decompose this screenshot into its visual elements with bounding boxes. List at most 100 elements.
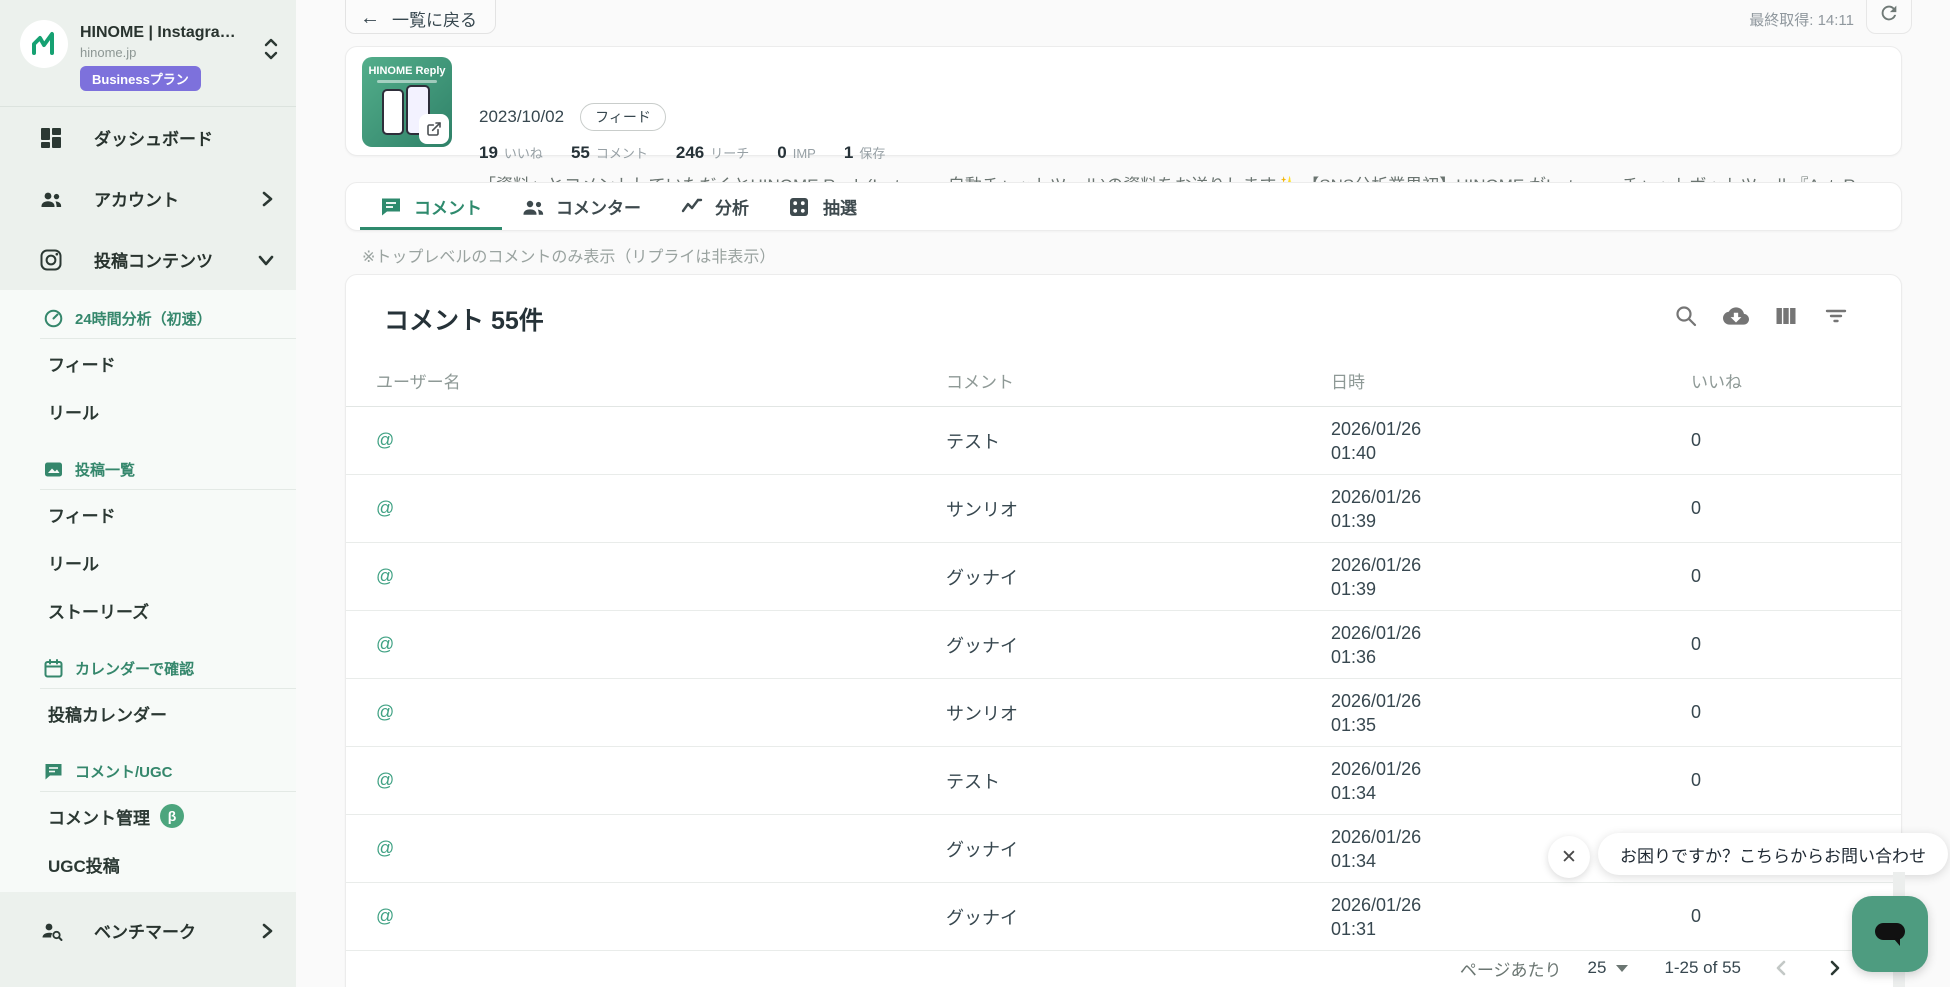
section-label: カレンダーで確認 <box>75 660 195 678</box>
chat-launcher-button[interactable] <box>1852 896 1928 972</box>
user-link[interactable]: @ <box>346 634 946 655</box>
person-search-icon <box>40 920 64 942</box>
dashboard-icon <box>40 127 64 149</box>
workspace-title: HINOME | Instagram分析… <box>80 24 248 41</box>
comment-cell: グッナイ <box>946 839 1018 860</box>
section-label: 24時間分析（初速） <box>75 310 212 328</box>
sidebar-item-list-reel[interactable]: リール <box>0 538 296 586</box>
back-to-list-button[interactable]: ← 一覧に戻る <box>345 0 496 34</box>
sidebar-item-dashboard[interactable]: ダッシュボード <box>0 107 296 168</box>
filter-icon[interactable] <box>1823 303 1849 329</box>
post-thumbnail-label: HINOME Reply <box>368 65 446 77</box>
sidebar-item-label: フィード <box>48 506 116 526</box>
refresh-button[interactable] <box>1866 0 1912 34</box>
sidebar-item-24h-reel[interactable]: リール <box>0 387 296 435</box>
plan-badge: Businessプラン <box>80 66 201 91</box>
tab-lottery[interactable]: 抽選 <box>769 183 877 230</box>
photo-icon <box>44 460 63 479</box>
table-header-row: ユーザー名 コメント 日時 いいね <box>346 355 1901 407</box>
likes-cell: 0 <box>1691 702 1702 722</box>
section-label: 投稿一覧 <box>75 461 136 479</box>
column-header-comment[interactable]: コメント <box>946 368 1331 393</box>
likes-cell: 0 <box>1691 770 1702 790</box>
sidebar-item-label: フィード <box>48 355 116 375</box>
calendar-icon <box>44 658 63 678</box>
last-fetched-text: 最終取得: 14:11 <box>1749 12 1854 29</box>
sidebar-section-comment-ugc[interactable]: コメント/UGC <box>0 751 296 791</box>
hinome-logo-icon <box>20 20 68 68</box>
sidebar-item-post-content[interactable]: 投稿コンテンツ <box>0 229 296 290</box>
sidebar-section-calendar[interactable]: カレンダーで確認 <box>0 648 296 688</box>
user-link[interactable]: @ <box>346 430 946 451</box>
previous-page-button[interactable] <box>1767 954 1795 982</box>
view-columns-icon[interactable] <box>1773 303 1799 329</box>
sidebar-item-label: 投稿カレンダー <box>48 705 167 725</box>
sidebar-item-ugc-posts[interactable]: UGC投稿 <box>0 840 296 888</box>
speedometer-icon <box>44 309 63 328</box>
sidebar-item-label: コメント管理 <box>48 808 150 828</box>
comment-cell: サンリオ <box>946 499 1018 520</box>
sidebar-item-label: ダッシュボード <box>94 130 213 149</box>
sidebar-item-list-feed[interactable]: フィード <box>0 490 296 538</box>
datetime-cell: 2026/01/26 01:35 <box>1331 690 1422 735</box>
unfold-more-icon[interactable] <box>262 36 280 62</box>
sidebar-item-list-stories[interactable]: ストーリーズ <box>0 586 296 634</box>
comment-cell: サンリオ <box>946 703 1018 724</box>
user-link[interactable]: @ <box>346 566 946 587</box>
column-header-datetime[interactable]: 日時 <box>1331 368 1691 393</box>
workspace-switcher[interactable]: HINOME | Instagram分析… hinome.jp Business… <box>0 0 296 107</box>
chat-tooltip[interactable]: お困りですか？こちらからお問い合わせ <box>1598 833 1948 875</box>
sidebar-item-post-calendar[interactable]: 投稿カレンダー <box>0 689 296 737</box>
sidebar-submenu: 24時間分析（初速） フィード リール 投稿一覧 フィード リール ストーリーズ <box>0 290 296 892</box>
external-link-icon[interactable] <box>419 114 449 144</box>
post-thumbnail[interactable]: HINOME Reply <box>362 57 452 147</box>
sidebar-item-account[interactable]: アカウント <box>0 168 296 229</box>
sidebar-item-label: ストーリーズ <box>48 602 150 622</box>
stat-value: 1 <box>843 143 854 162</box>
comment-cell: テスト <box>946 431 1000 452</box>
stat-value: 19 <box>479 143 498 162</box>
stat-label: いいね <box>503 146 543 161</box>
user-link[interactable]: @ <box>346 702 946 723</box>
search-icon[interactable] <box>1673 303 1699 329</box>
tab-label: コメント <box>414 199 482 218</box>
sidebar-item-benchmark[interactable]: ベンチマーク <box>0 900 296 961</box>
comment-cell: グッナイ <box>946 907 1018 928</box>
close-icon: ✕ <box>1561 846 1577 868</box>
user-link[interactable]: @ <box>346 770 946 791</box>
tab-analysis[interactable]: 分析 <box>661 183 769 230</box>
refresh-icon <box>1878 2 1900 33</box>
likes-cell: 0 <box>1691 634 1702 654</box>
comment-cell: テスト <box>946 771 1000 792</box>
user-link[interactable]: @ <box>346 906 946 927</box>
per-page-select[interactable]: 25 <box>1588 958 1629 978</box>
sidebar-item-comment-manage[interactable]: コメント管理 β <box>0 792 296 840</box>
datetime-cell: 2026/01/26 01:40 <box>1331 418 1422 463</box>
stat-label: 保存 <box>859 146 886 161</box>
user-link[interactable]: @ <box>346 838 946 859</box>
tab-label: 分析 <box>715 199 749 218</box>
table-row: @ グッナイ 2026/01/26 01:31 0 <box>346 883 1901 951</box>
tab-bar: コメント コメンター 分析 抽選 <box>345 182 1902 231</box>
download-icon[interactable] <box>1723 303 1749 329</box>
sidebar-section-post-list[interactable]: 投稿一覧 <box>0 449 296 489</box>
tab-label: 抽選 <box>823 199 857 218</box>
dice-icon <box>789 197 811 217</box>
column-header-likes[interactable]: いいね <box>1691 368 1901 393</box>
people-icon <box>40 188 64 210</box>
likes-cell: 0 <box>1691 430 1702 450</box>
sidebar-item-hashtag[interactable]: ハッシュタグ <box>0 957 296 987</box>
next-page-button[interactable] <box>1821 954 1849 982</box>
sidebar-item-24h-feed[interactable]: フィード <box>0 339 296 387</box>
user-link[interactable]: @ <box>346 498 946 519</box>
tab-commenters[interactable]: コメンター <box>502 183 661 230</box>
tab-comments[interactable]: コメント <box>360 183 502 230</box>
likes-cell: 0 <box>1691 498 1702 518</box>
table-row: @ テスト 2026/01/26 01:40 0 <box>346 407 1901 475</box>
column-header-user[interactable]: ユーザー名 <box>346 368 946 393</box>
back-button-label: 一覧に戻る <box>392 10 477 30</box>
datetime-cell: 2026/01/26 01:39 <box>1331 486 1422 531</box>
sidebar-section-24h-analysis[interactable]: 24時間分析（初速） <box>0 298 296 338</box>
chat-tooltip-close-button[interactable]: ✕ <box>1548 836 1590 878</box>
chevron-down-icon <box>258 253 274 267</box>
